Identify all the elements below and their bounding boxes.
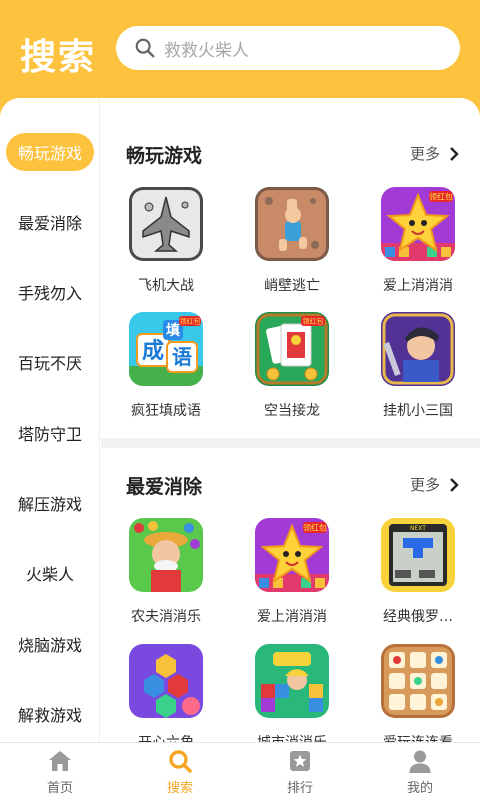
nav-label: 首页 bbox=[46, 781, 73, 796]
game-name: 开心六角 bbox=[105, 732, 227, 742]
section-changwan: 畅玩游戏 更多 飞机大战 峭壁逃亡 领红包 爱上消消消 成 语 填 领红包 疯狂… bbox=[101, 98, 480, 438]
chevron-right-icon bbox=[450, 146, 459, 161]
section-title: 最爱消除 bbox=[126, 476, 203, 498]
game-list-panel: 畅玩游戏 更多 飞机大战 峭壁逃亡 领红包 爱上消消消 成 语 填 领红包 疯狂… bbox=[101, 98, 480, 742]
more-button[interactable]: 更多 bbox=[410, 474, 460, 495]
game-name: 城市消消乐 bbox=[231, 732, 353, 742]
next-label: NEXT bbox=[410, 525, 426, 532]
game-name: 农夫消消乐 bbox=[131, 609, 201, 625]
chevron-right-icon bbox=[450, 477, 459, 492]
sidebar-item-changwan[interactable]: 畅玩游戏 bbox=[6, 133, 94, 171]
nav-ranking[interactable]: 排行 bbox=[240, 743, 360, 800]
hexagon-game-icon bbox=[129, 644, 203, 718]
profile-icon bbox=[409, 750, 431, 773]
three-kingdoms-game-icon bbox=[381, 312, 455, 386]
search-icon bbox=[169, 750, 192, 773]
game-name: 爱上消消消 bbox=[383, 278, 453, 294]
search-icon bbox=[135, 38, 155, 58]
star-match-game-icon: 领红包 bbox=[255, 518, 329, 592]
search-placeholder: 救救火柴人 bbox=[164, 40, 249, 61]
game-name: 爱玩连连看 bbox=[357, 732, 479, 742]
idiom-game-icon: 成 语 填 领红包 bbox=[129, 312, 203, 386]
home-icon bbox=[49, 751, 71, 771]
red-packet-badge: 领红包 bbox=[303, 523, 327, 533]
page-title: 搜索 bbox=[20, 37, 97, 78]
farmer-match-game-icon bbox=[129, 518, 203, 592]
nav-profile[interactable]: 我的 bbox=[360, 743, 480, 800]
idiom-char: 填 bbox=[166, 322, 180, 339]
content-sheet: 畅玩游戏 最爱消除 手残勿入 百玩不厌 塔防守卫 解压游戏 火柴人 烧脑游戏 解… bbox=[0, 98, 480, 742]
section-title: 畅玩游戏 bbox=[126, 145, 203, 167]
game-name: 峭壁逃亡 bbox=[264, 278, 320, 294]
game-name: 爱上消消消 bbox=[257, 609, 327, 625]
nav-search[interactable]: 搜索 bbox=[120, 743, 240, 800]
sidebar-item-jieya[interactable]: 解压游戏 bbox=[6, 484, 94, 522]
airplane-game-icon bbox=[129, 187, 203, 261]
idiom-char: 语 bbox=[172, 345, 192, 369]
star-match-game-icon: 领红包 bbox=[381, 187, 455, 261]
link-match-game-icon bbox=[381, 644, 455, 718]
nav-label: 排行 bbox=[286, 781, 313, 796]
sidebar-item-huochairen[interactable]: 火柴人 bbox=[6, 554, 94, 592]
nav-home[interactable]: 首页 bbox=[0, 743, 120, 800]
sidebar-item-jiejiu[interactable]: 解救游戏 bbox=[6, 695, 94, 733]
red-packet-badge: 领红包 bbox=[303, 317, 324, 326]
section-zuiai: 最爱消除 更多 农夫消消乐 领红包 爱上消消消 NEXT 经典俄罗… bbox=[101, 448, 480, 742]
sidebar-item-zuiai[interactable]: 最爱消除 bbox=[6, 203, 94, 241]
tetris-game-icon: NEXT bbox=[381, 518, 455, 592]
ranking-icon bbox=[290, 751, 310, 771]
more-button[interactable]: 更多 bbox=[410, 143, 460, 164]
game-name: 挂机小三国 bbox=[383, 403, 453, 419]
sidebar-item-shaonao[interactable]: 烧脑游戏 bbox=[6, 625, 94, 663]
cliff-escape-game-icon bbox=[255, 187, 329, 261]
category-sidebar: 畅玩游戏 最爱消除 手残勿入 百玩不厌 塔防守卫 解压游戏 火柴人 烧脑游戏 解… bbox=[0, 98, 100, 742]
game-name: 疯狂填成语 bbox=[131, 403, 201, 419]
idiom-char: 成 bbox=[142, 339, 164, 364]
section-divider bbox=[101, 438, 480, 448]
red-packet-badge: 领红包 bbox=[180, 317, 201, 326]
game-name: 空当接龙 bbox=[264, 403, 320, 419]
city-match-game-icon bbox=[255, 644, 329, 718]
bottom-nav: 首页 搜索 排行 我的 bbox=[0, 742, 480, 800]
sidebar-item-baiwan[interactable]: 百玩不厌 bbox=[6, 343, 94, 381]
solitaire-game-icon: 领红包 bbox=[255, 312, 329, 386]
nav-label: 搜索 bbox=[166, 781, 193, 796]
game-name: 经典俄罗… bbox=[383, 609, 453, 625]
nav-label: 我的 bbox=[406, 781, 433, 796]
search-input[interactable]: 救救火柴人 bbox=[116, 26, 460, 70]
more-label: 更多 bbox=[409, 476, 440, 494]
more-label: 更多 bbox=[409, 145, 440, 163]
sidebar-item-tafang[interactable]: 塔防守卫 bbox=[6, 414, 94, 452]
sidebar-item-shoucan[interactable]: 手残勿入 bbox=[6, 273, 94, 311]
game-name: 飞机大战 bbox=[138, 278, 194, 294]
red-packet-badge: 领红包 bbox=[429, 192, 453, 202]
